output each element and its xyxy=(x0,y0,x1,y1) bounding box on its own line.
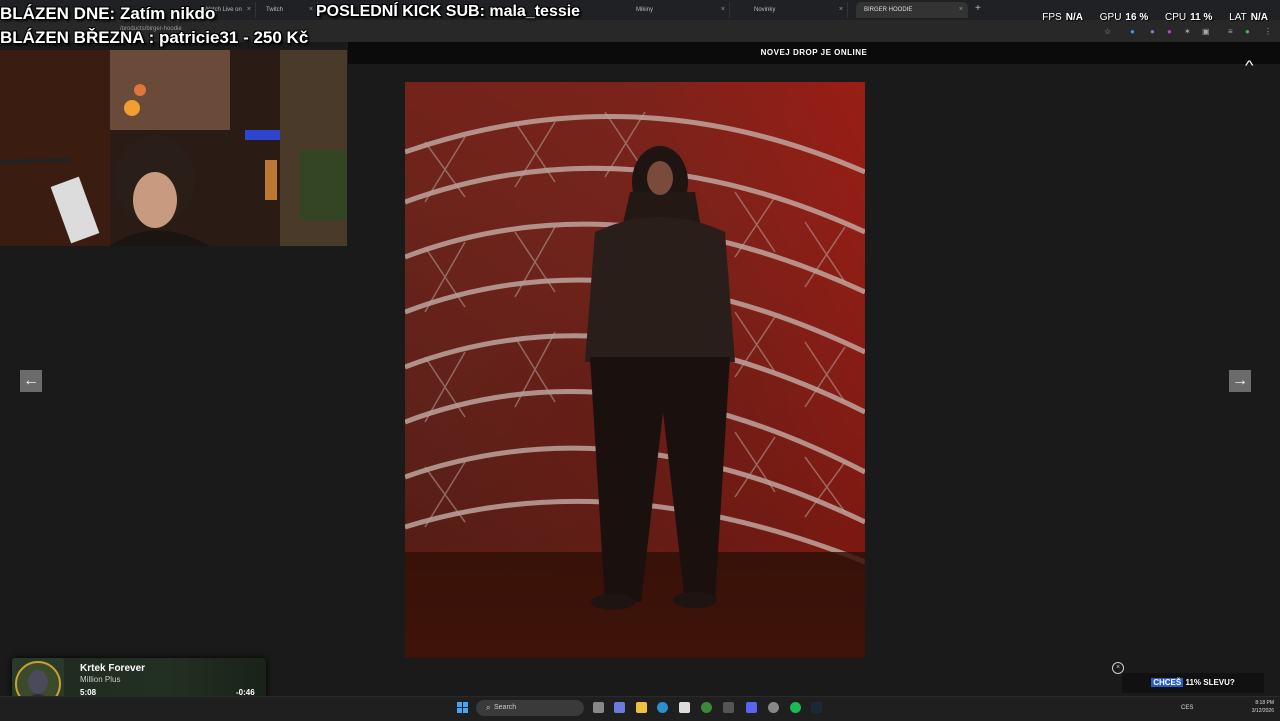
clock-date: 3/12/2026 xyxy=(1251,708,1274,714)
gpu-label: GPU xyxy=(1099,12,1122,23)
tab-close-icon[interactable]: × xyxy=(247,2,251,18)
clock-time: 8:18 PM xyxy=(1255,700,1274,706)
promo-highlight: CHCEŠ xyxy=(1151,678,1184,687)
browser-tab[interactable]: Twitch × xyxy=(258,2,318,18)
track-title: Krtek Forever xyxy=(80,663,146,674)
chrome-icon[interactable] xyxy=(701,702,712,713)
system-clock[interactable]: 8:18 PM 3/12/2026 xyxy=(1252,699,1274,715)
next-image-button[interactable]: → xyxy=(1229,370,1251,392)
cpu-label: CPU xyxy=(1165,12,1187,23)
extensions-puzzle-icon[interactable]: ▣ xyxy=(1202,27,1210,36)
discord-icon[interactable] xyxy=(746,702,757,713)
cpu-value: 11 % xyxy=(1190,12,1213,23)
lat-label: LAT xyxy=(1229,12,1247,23)
profile-avatar-icon[interactable]: ● xyxy=(1245,27,1250,36)
tab-label: Twitch xyxy=(266,7,284,13)
copilot-icon[interactable] xyxy=(614,702,625,713)
track-artist: Million Plus xyxy=(80,675,121,684)
previous-image-button[interactable]: ← xyxy=(20,370,42,392)
lat-value: N/A xyxy=(1250,12,1268,23)
extension-icon[interactable]: ● xyxy=(1150,27,1155,36)
obs-icon[interactable] xyxy=(768,702,779,713)
extension-icon[interactable]: ✶ xyxy=(1184,27,1191,36)
tab-label: BIRGER HOODIE xyxy=(864,7,913,13)
product-photo xyxy=(405,82,865,658)
gpu-value: 16 % xyxy=(1125,12,1149,23)
overlay-fool-of-day: BLÁZEN DNE: Zatím nikdo xyxy=(0,4,216,23)
search-placeholder: Search xyxy=(494,704,517,711)
tab-close-icon[interactable]: × xyxy=(721,2,725,18)
fps-label: FPS xyxy=(1042,12,1062,23)
tab-label: Novinky xyxy=(754,7,776,13)
overlay-last-kick-sub: POSLEDNÍ KICK SUB: mala_tessie xyxy=(316,3,581,20)
fps-value: N/A xyxy=(1065,12,1083,23)
browser-tab[interactable]: BIRGER HOODIE × xyxy=(856,2,968,18)
edge-icon[interactable] xyxy=(657,702,668,713)
promo-text: 11% SLEVU? xyxy=(1183,678,1235,687)
overlay-fool-of-month: BLÁZEN BŘEZNA : patricie31 - 250 Kč xyxy=(0,28,309,47)
streamer-webcam xyxy=(0,50,347,246)
steam-icon[interactable] xyxy=(811,702,822,713)
browser-tab[interactable]: Mikiny × xyxy=(628,2,730,18)
taskbar-search-input[interactable]: Search xyxy=(476,700,584,716)
extension-icon[interactable]: ● xyxy=(1167,27,1172,36)
more-options-icon[interactable]: ⋮ xyxy=(1264,27,1272,36)
language-indicator[interactable]: CES xyxy=(1181,705,1193,711)
spotify-icon[interactable] xyxy=(790,702,801,713)
task-view-icon[interactable] xyxy=(593,702,604,713)
tab-close-icon[interactable]: × xyxy=(309,2,313,18)
performance-overlay: FPS N/A GPU 16 % CPU 11 % LAT N/A xyxy=(1028,12,1268,23)
windows-start-icon[interactable] xyxy=(457,702,469,714)
discount-popup-button[interactable]: CHCEŠ 11% SLEVU? xyxy=(1122,673,1264,693)
new-tab-button[interactable]: + xyxy=(975,3,981,14)
store-icon[interactable] xyxy=(679,702,690,713)
browser-tab[interactable]: Novinky × xyxy=(746,2,848,18)
file-explorer-icon[interactable] xyxy=(636,702,647,713)
bookmark-star-icon[interactable]: ☆ xyxy=(1104,27,1111,36)
windows-taskbar: Search ⌕ CES 8:18 PM 3/12/2026 xyxy=(0,696,1280,721)
announcement-banner[interactable]: NOVEJ DROP JE ONLINE xyxy=(348,42,1280,64)
search-icon: ⌕ xyxy=(486,703,491,712)
collapse-chevron-icon[interactable]: ^ xyxy=(1245,57,1254,73)
tab-close-icon[interactable]: × xyxy=(839,2,843,18)
tab-label: Mikiny xyxy=(636,7,654,13)
extension-icon[interactable]: ● xyxy=(1130,27,1135,36)
tab-close-icon[interactable]: × xyxy=(959,2,963,18)
menu-icon[interactable]: ≡ xyxy=(1228,27,1233,36)
download-icon[interactable] xyxy=(723,702,734,713)
